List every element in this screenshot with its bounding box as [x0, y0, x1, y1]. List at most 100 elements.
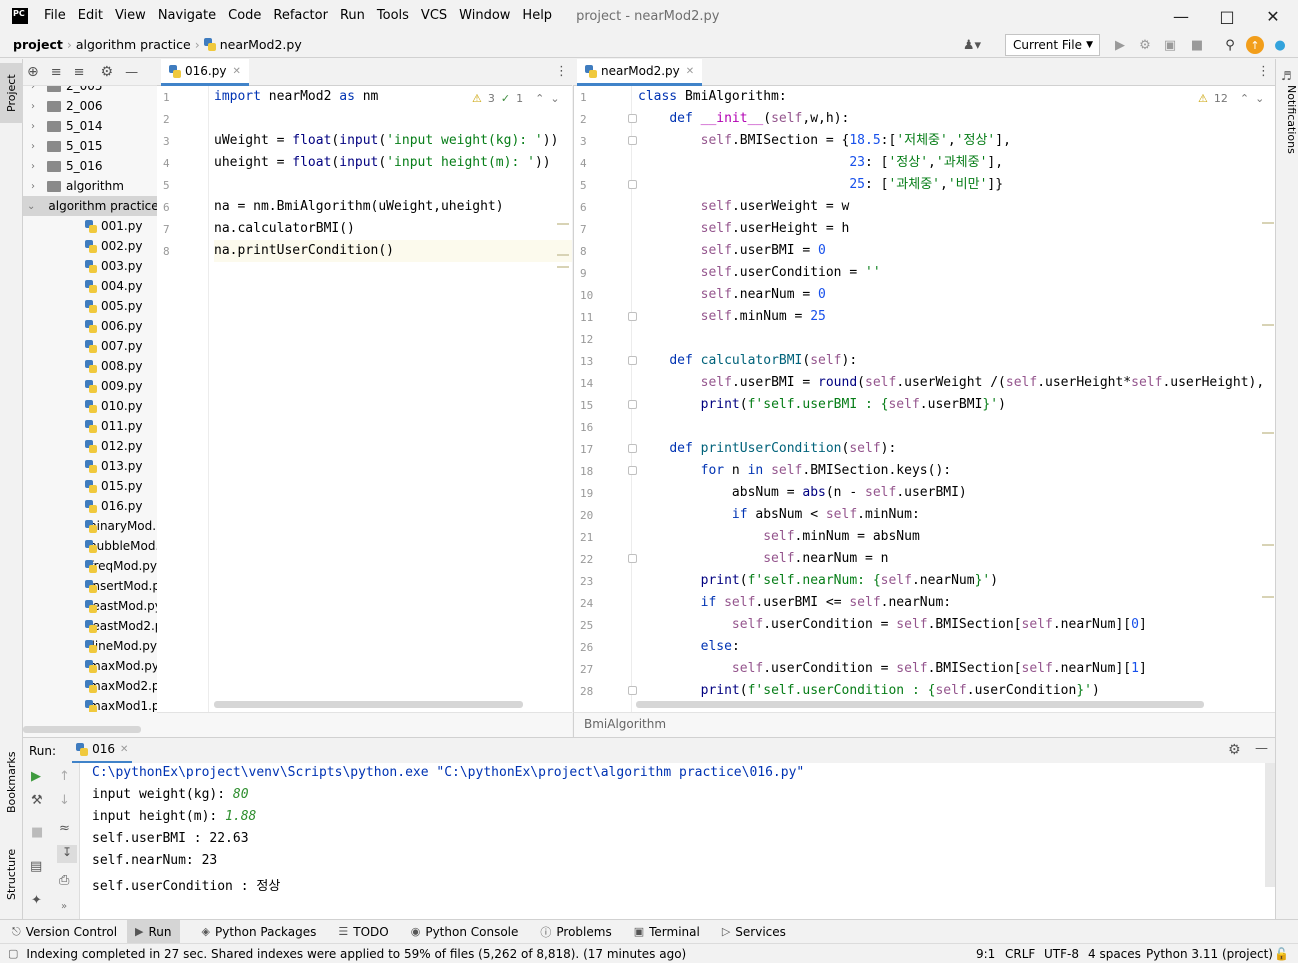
- warning-stripe-mark[interactable]: [557, 266, 569, 268]
- line-separator[interactable]: CRLF: [1005, 947, 1035, 961]
- pin-icon[interactable]: ✦: [31, 893, 42, 908]
- wrench-icon[interactable]: ⚒: [31, 793, 43, 808]
- tree-file[interactable]: leastMod2.py: [23, 616, 157, 636]
- tree-file[interactable]: insertMod.py: [23, 576, 157, 596]
- lock-icon[interactable]: 🔓: [1274, 947, 1289, 961]
- expand-all-icon[interactable]: ≡: [51, 65, 62, 80]
- console-scrollbar[interactable]: [1265, 763, 1275, 887]
- file-encoding[interactable]: UTF-8: [1044, 947, 1079, 961]
- breadcrumb-project[interactable]: project: [13, 37, 63, 52]
- tree-folder[interactable]: › 5_015: [23, 136, 157, 156]
- tree-folder[interactable]: › algorithm: [23, 176, 157, 196]
- tool-run[interactable]: ▶ Run: [127, 919, 180, 944]
- more-options-icon[interactable]: ⋮: [555, 64, 568, 79]
- horizontal-scrollbar[interactable]: [23, 726, 141, 733]
- update-icon[interactable]: ↑: [1246, 36, 1264, 54]
- more-icon[interactable]: »: [61, 901, 67, 912]
- tool-problems[interactable]: ⓘ Problems: [540, 924, 611, 940]
- scroll-to-end-icon[interactable]: ↧: [57, 845, 77, 863]
- tree-file[interactable]: freqMod.py: [23, 556, 157, 576]
- stop-icon[interactable]: ■: [31, 825, 43, 840]
- tree-file[interactable]: 011.py: [23, 416, 157, 436]
- menu-vcs[interactable]: VCS: [415, 0, 453, 32]
- search-icon[interactable]: ⚲: [1221, 36, 1239, 54]
- maximize-icon[interactable]: □: [1204, 0, 1250, 32]
- warning-stripe-mark[interactable]: [1262, 544, 1274, 546]
- caret-position[interactable]: 9:1: [976, 947, 995, 961]
- notifications-tool-tab[interactable]: Notifications: [1278, 85, 1298, 175]
- tool-version-control[interactable]: ⎋ Version Control: [12, 925, 117, 939]
- fold-marker-icon[interactable]: [628, 180, 637, 189]
- horizontal-scrollbar[interactable]: [214, 701, 523, 708]
- fold-marker-icon[interactable]: [628, 466, 637, 475]
- menu-view[interactable]: View: [109, 0, 152, 32]
- close-window-icon[interactable]: ✕: [1250, 0, 1296, 32]
- menu-code[interactable]: Code: [222, 0, 267, 32]
- warning-stripe-mark[interactable]: [557, 223, 569, 225]
- tool-python-packages[interactable]: ◈ Python Packages: [202, 925, 317, 939]
- chevron-right-icon[interactable]: ›: [27, 101, 39, 112]
- close-tab-icon[interactable]: ✕: [686, 66, 694, 77]
- tree-file[interactable]: 002.py: [23, 236, 157, 256]
- bookmarks-tool-tab[interactable]: Bookmarks: [0, 747, 23, 817]
- warning-stripe-mark[interactable]: [1262, 432, 1274, 434]
- tree-folder[interactable]: › 5_014: [23, 116, 157, 136]
- run-icon[interactable]: ▶: [1111, 36, 1129, 54]
- tree-file[interactable]: maxMod1.py: [23, 696, 157, 712]
- fold-marker-icon[interactable]: [628, 554, 637, 563]
- close-tab-icon[interactable]: ✕: [232, 66, 240, 77]
- warning-stripe-mark[interactable]: [1262, 324, 1274, 326]
- debug-icon[interactable]: ⚙: [1136, 36, 1154, 54]
- gear-icon[interactable]: ⚙: [101, 64, 114, 80]
- tree-file[interactable]: 013.py: [23, 456, 157, 476]
- status-toggle-icon[interactable]: ▢: [8, 947, 18, 960]
- menu-tools[interactable]: Tools: [371, 0, 415, 32]
- inspection-widget[interactable]: ⚠ 12 ⌃ ⌄: [1198, 92, 1264, 105]
- chevron-right-icon[interactable]: ›: [27, 141, 39, 152]
- tree-file[interactable]: 006.py: [23, 316, 157, 336]
- arrow-down-icon[interactable]: ↓: [59, 793, 70, 808]
- print-icon[interactable]: ⎙: [59, 873, 69, 888]
- tree-file[interactable]: leastMod.py: [23, 596, 157, 616]
- python-interpreter[interactable]: Python 3.11 (project): [1146, 947, 1273, 961]
- tree-folder[interactable]: › 5_016: [23, 156, 157, 176]
- editor-nearmod2-py[interactable]: ⚠ 12 ⌃ ⌄ 1 2 3 4 5 6 7 8 9 10 11 12 13 14 15 16 17 18 19 20 2…: [573, 86, 1275, 712]
- editor-016-py[interactable]: ⚠ 3 ✓ 1 ⌃ ⌄ 1 2 3 4 5 6 7 8 import nearMod2 as nm u…: [157, 86, 572, 712]
- tree-file[interactable]: 003.py: [23, 256, 157, 276]
- jetbrains-toolbox-icon[interactable]: ●: [1271, 36, 1289, 54]
- status-message[interactable]: Indexing completed in 27 sec. Shared ind…: [26, 947, 686, 961]
- class-breadcrumb[interactable]: BmiAlgorithm: [584, 717, 666, 731]
- chevron-down-icon[interactable]: ⌄: [27, 201, 35, 212]
- warning-stripe-mark[interactable]: [557, 254, 569, 256]
- tool-services[interactable]: ▷ Services: [722, 925, 786, 939]
- fold-marker-icon[interactable]: [628, 400, 637, 409]
- horizontal-scrollbar[interactable]: [636, 701, 1204, 708]
- rerun-icon[interactable]: ▶: [31, 769, 41, 784]
- tree-file[interactable]: 007.py: [23, 336, 157, 356]
- indent-setting[interactable]: 4 spaces: [1088, 947, 1141, 961]
- tree-file[interactable]: 001.py: [23, 216, 157, 236]
- menu-navigate[interactable]: Navigate: [152, 0, 222, 32]
- structure-tool-tab[interactable]: Structure: [0, 841, 23, 907]
- warning-stripe-mark[interactable]: [1262, 222, 1274, 224]
- tree-file[interactable]: 008.py: [23, 356, 157, 376]
- chevron-right-icon[interactable]: ›: [27, 161, 39, 172]
- arrow-up-icon[interactable]: ↑: [59, 769, 70, 784]
- chevron-right-icon[interactable]: ›: [27, 181, 39, 192]
- fold-marker-icon[interactable]: [628, 686, 637, 695]
- menu-help[interactable]: Help: [516, 0, 558, 32]
- chevron-right-icon[interactable]: ›: [27, 121, 39, 132]
- menu-refactor[interactable]: Refactor: [267, 0, 334, 32]
- tree-file[interactable]: 015.py: [23, 476, 157, 496]
- tree-file[interactable]: bubbleMod.py: [23, 536, 157, 556]
- run-configuration-select[interactable]: Current File ▼: [1005, 34, 1100, 56]
- menu-file[interactable]: File: [38, 0, 72, 32]
- warning-stripe-mark[interactable]: [1262, 596, 1274, 598]
- locate-icon[interactable]: ⊕: [27, 64, 39, 80]
- hide-icon[interactable]: —: [125, 65, 138, 80]
- fold-marker-icon[interactable]: [628, 356, 637, 365]
- soft-wrap-icon[interactable]: ≈: [59, 821, 70, 836]
- tree-folder[interactable]: › 2_006: [23, 96, 157, 116]
- layout-icon[interactable]: ▤: [30, 859, 42, 874]
- tree-file[interactable]: 012.py: [23, 436, 157, 456]
